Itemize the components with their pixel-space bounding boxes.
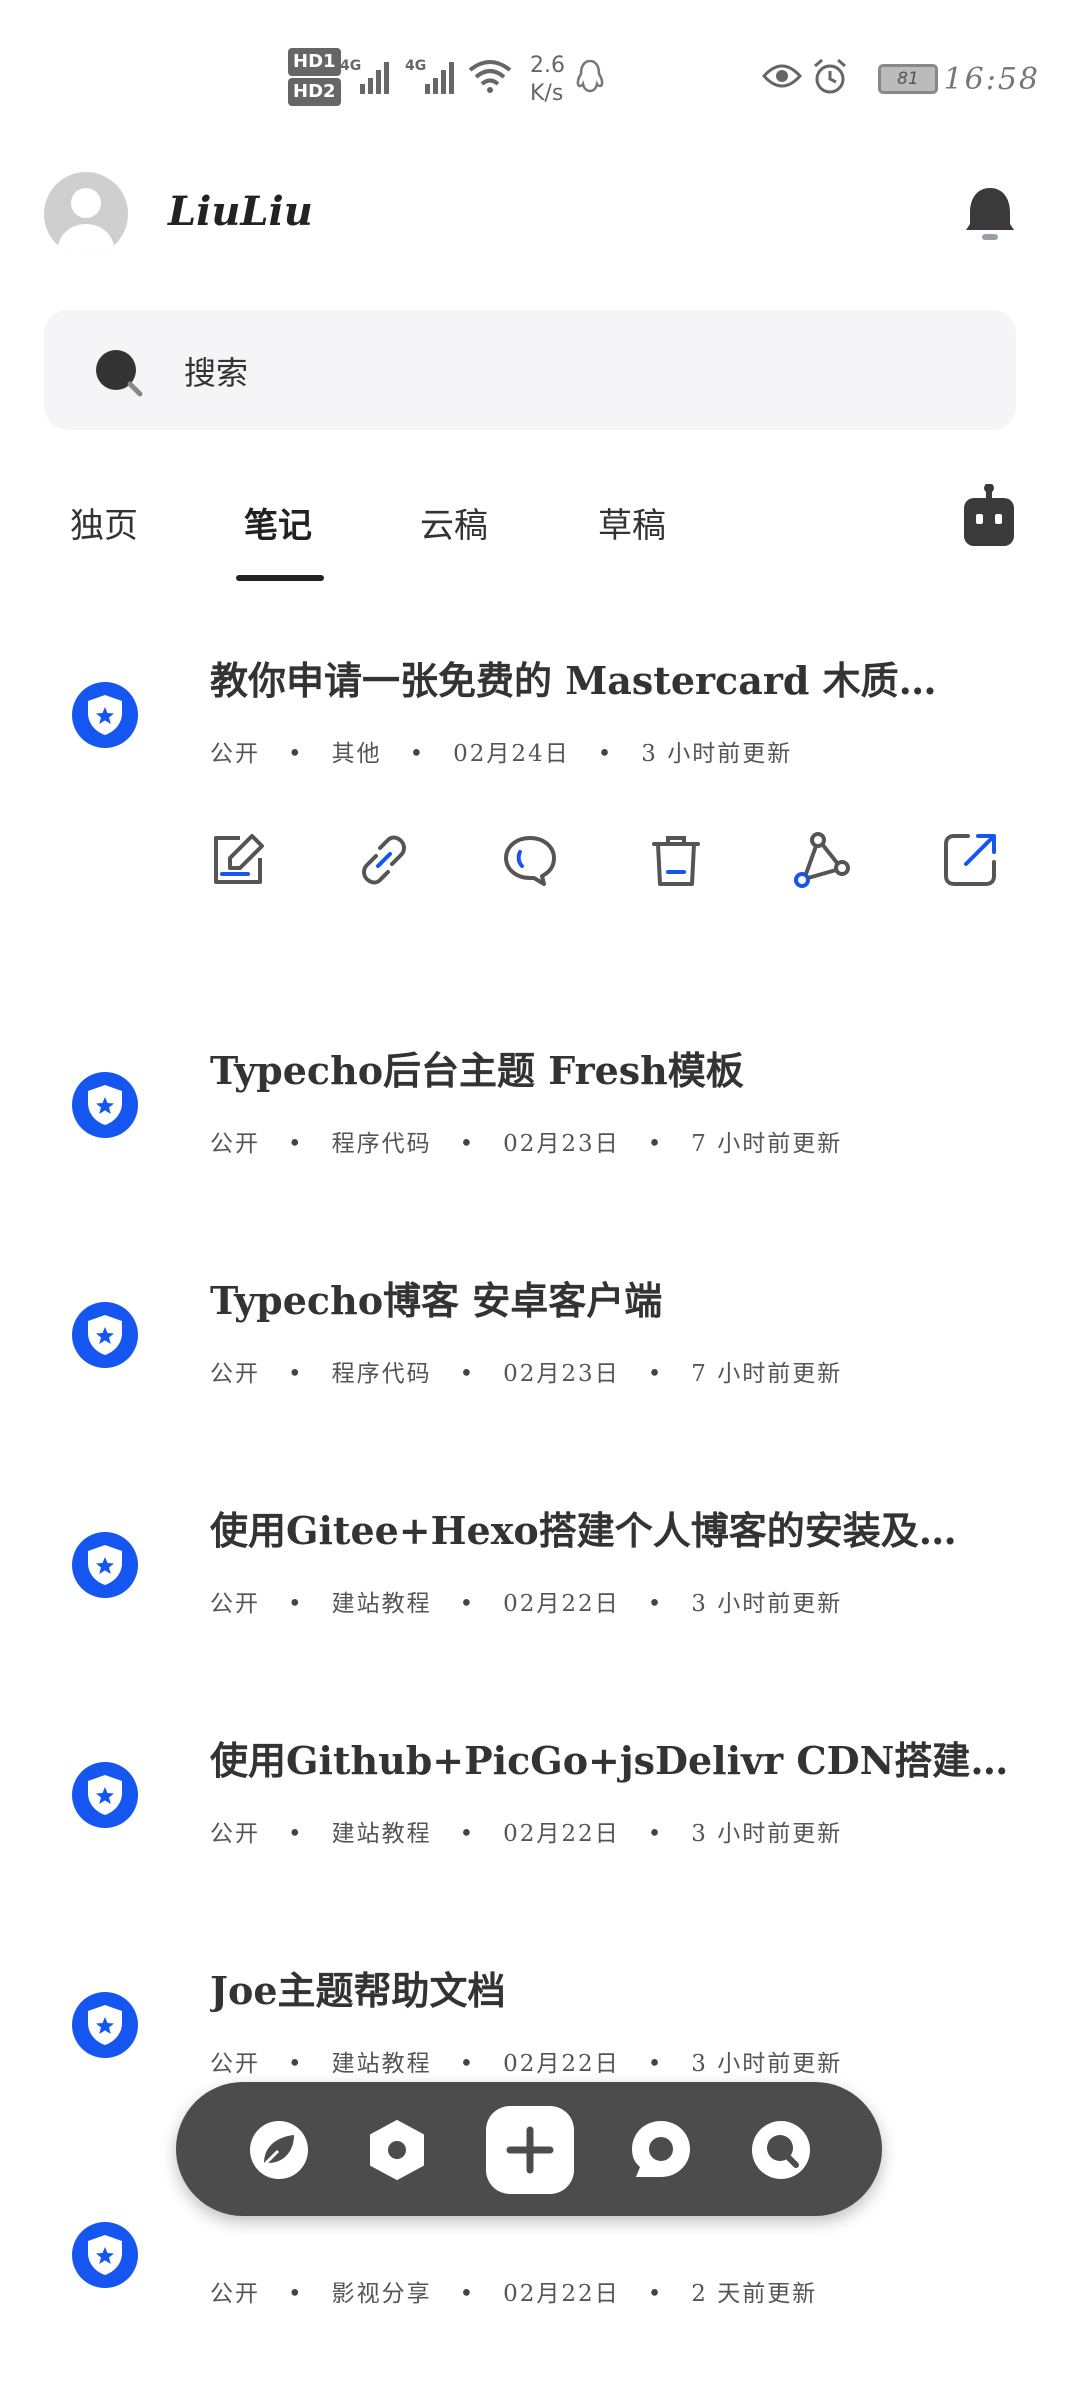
post-shield-icon <box>72 2222 138 2288</box>
bell-icon[interactable] <box>962 184 1018 244</box>
search-icon <box>96 350 143 397</box>
post-shield-icon <box>72 1072 138 1138</box>
post-updated: 2 天前更新 <box>691 2281 818 2307</box>
wifi-icon <box>468 60 512 93</box>
post-visibility: 公开 <box>210 2051 260 2077</box>
post-meta: 公开 • 建站教程 • 02月22日 • 3 小时前更新 <box>210 1821 843 1847</box>
tab-pages[interactable]: 独页 <box>70 498 138 547</box>
search-bar[interactable]: 搜索 <box>44 310 1016 430</box>
post-date: 02月22日 <box>503 1821 620 1847</box>
post-category: 建站教程 <box>331 1591 432 1617</box>
post-meta: 公开 • 建站教程 • 02月22日 • 3 小时前更新 <box>210 2051 843 2077</box>
signal-icon: 4G <box>405 58 454 94</box>
post-title[interactable]: Typecho博客 安卓客户端 <box>210 1270 1020 1325</box>
post-visibility: 公开 <box>210 1591 260 1617</box>
post-meta: 公开 • 程序代码 • 02月23日 • 7 小时前更新 <box>210 1131 843 1157</box>
tab-cloud-drafts[interactable]: 云稿 <box>420 498 488 547</box>
search-bubble-icon[interactable] <box>750 2119 812 2181</box>
sim2-hd-badge: HD2 <box>288 78 341 106</box>
plus-icon <box>506 2126 554 2174</box>
post-updated: 3 小时前更新 <box>691 2051 843 2077</box>
post-date: 02月22日 <box>503 2051 620 2077</box>
tab-drafts[interactable]: 草稿 <box>598 498 666 547</box>
robot-icon[interactable] <box>962 484 1016 548</box>
leaf-icon[interactable] <box>248 2119 310 2181</box>
alarm-icon <box>814 58 846 94</box>
post-action-bar <box>0 830 1080 900</box>
post-visibility: 公开 <box>210 1821 260 1847</box>
floating-action-bar <box>176 2082 882 2216</box>
post-shield-icon <box>72 1532 138 1598</box>
network-speed-unit: K/s <box>530 81 564 106</box>
sim1-hd-badge: HD1 <box>288 48 341 76</box>
post-date: 02月23日 <box>503 1361 620 1387</box>
post-meta: 公开 • 影视分享 • 02月22日 • 2 天前更新 <box>210 2281 818 2307</box>
battery-indicator: 81 <box>878 64 938 94</box>
post-date: 02月23日 <box>503 1131 620 1157</box>
post-visibility: 公开 <box>210 1361 260 1387</box>
post-title[interactable]: Typecho后台主题 Fresh模板 <box>210 1040 1020 1095</box>
tab-notes[interactable]: 笔记 <box>244 498 312 547</box>
post-meta: 公开 • 其他 • 02月24日 • 3 小时前更新 <box>210 741 793 767</box>
tab-indicator <box>236 575 324 581</box>
share-icon[interactable] <box>792 830 852 890</box>
comment-icon[interactable] <box>500 830 560 890</box>
post-category: 程序代码 <box>331 1131 432 1157</box>
post-title[interactable]: 使用Gitee+Hexo搭建个人博客的安装及… <box>210 1500 1020 1555</box>
sim-indicators: HD1 HD2 <box>288 48 341 108</box>
post-category: 影视分享 <box>331 2281 432 2307</box>
post-shield-icon <box>72 682 138 748</box>
post-updated: 7 小时前更新 <box>691 1361 843 1387</box>
svg-text:4G: 4G <box>405 58 426 74</box>
trash-icon[interactable] <box>646 830 706 890</box>
post-updated: 3 小时前更新 <box>641 741 793 767</box>
avatar[interactable] <box>44 172 128 256</box>
svg-text:4G: 4G <box>340 58 361 74</box>
hexagon-icon[interactable] <box>366 2119 428 2181</box>
qq-icon <box>576 59 604 93</box>
post-category: 其他 <box>331 741 382 767</box>
network-speed: 2.6 K/s <box>530 52 565 108</box>
post-updated: 7 小时前更新 <box>691 1131 843 1157</box>
post-date: 02月22日 <box>503 2281 620 2307</box>
eye-icon <box>762 64 802 88</box>
network-speed-value: 2.6 <box>530 53 565 78</box>
signal-icon: 4G <box>340 58 389 94</box>
search-placeholder: 搜索 <box>184 354 249 392</box>
post-date: 02月24日 <box>453 741 570 767</box>
post-title[interactable]: Joe主题帮助文档 <box>210 1960 1020 2015</box>
post-shield-icon <box>72 1762 138 1828</box>
post-meta: 公开 • 建站教程 • 02月22日 • 3 小时前更新 <box>210 1591 843 1617</box>
post-updated: 3 小时前更新 <box>691 1591 843 1617</box>
post-visibility: 公开 <box>210 741 260 767</box>
clock: 16:58 <box>943 62 1040 97</box>
username: LiuLiu <box>168 188 313 235</box>
post-category: 程序代码 <box>331 1361 432 1387</box>
post-shield-icon <box>72 1992 138 2058</box>
post-shield-icon <box>72 1302 138 1368</box>
post-title[interactable]: 教你申请一张免费的 Mastercard 木质… <box>210 650 1020 705</box>
chat-icon[interactable] <box>630 2119 692 2181</box>
post-category: 建站教程 <box>331 1821 432 1847</box>
post-title[interactable]: 使用Github+PicGo+jsDelivr CDN搭建免… <box>210 1730 1020 1785</box>
post-meta: 公开 • 程序代码 • 02月23日 • 7 小时前更新 <box>210 1361 843 1387</box>
post-visibility: 公开 <box>210 2281 260 2307</box>
tab-bar: 独页 笔记 云稿 草稿 <box>0 480 1080 590</box>
post-category: 建站教程 <box>331 2051 432 2077</box>
post-updated: 3 小时前更新 <box>691 1821 843 1847</box>
link-icon[interactable] <box>354 830 414 890</box>
post-date: 02月22日 <box>503 1591 620 1617</box>
add-post-button[interactable] <box>486 2106 574 2194</box>
post-visibility: 公开 <box>210 1131 260 1157</box>
open-external-icon[interactable] <box>940 830 1000 890</box>
status-bar: HD1 HD2 4G 4G 2.6 K/s 81 16:58 <box>0 0 1080 150</box>
edit-icon[interactable] <box>208 830 268 890</box>
